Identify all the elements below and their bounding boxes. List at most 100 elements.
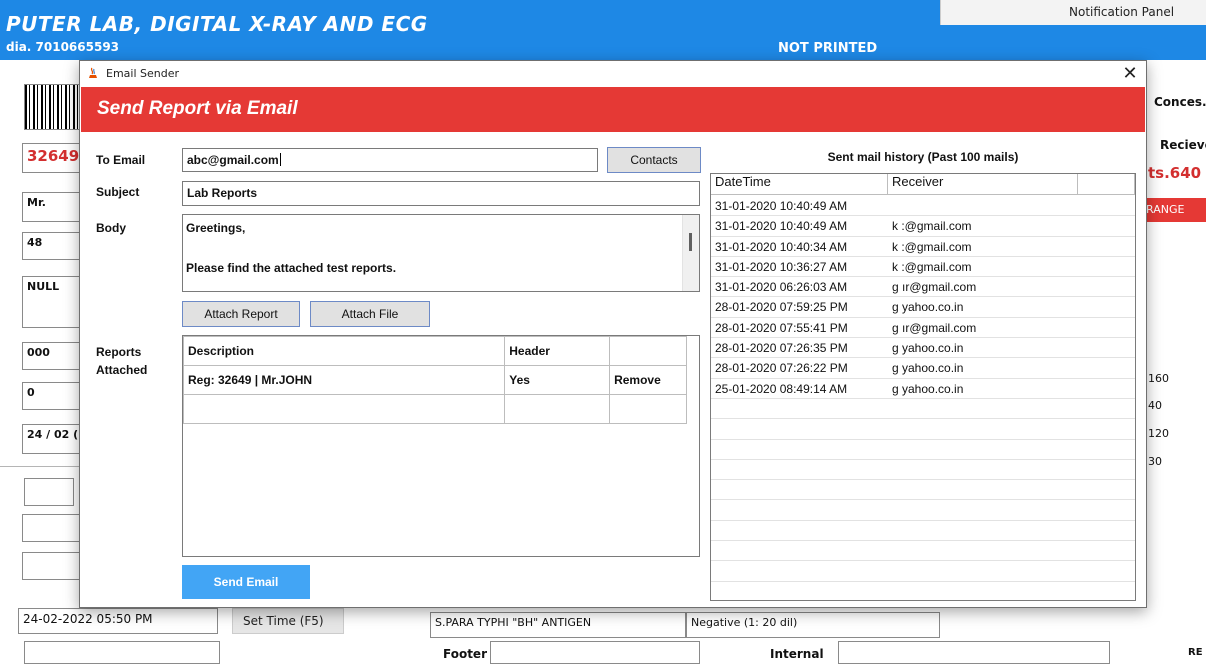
empty-cell <box>609 394 687 424</box>
column-header[interactable]: Receiver <box>888 174 1078 195</box>
title-field[interactable]: Mr. <box>22 192 84 222</box>
report-header-cell[interactable]: Yes <box>504 365 611 395</box>
empty-cell <box>182 394 506 424</box>
table-header-row: Description Header <box>182 336 687 366</box>
to-email-label: To Email <box>96 153 146 167</box>
attach-file-button[interactable]: Attach File <box>310 301 430 327</box>
history-row[interactable]: 31-01-2020 10:36:27 AM k :@gmail.com <box>711 257 1135 278</box>
internal-input[interactable] <box>838 641 1110 664</box>
send-email-button[interactable]: Send Email <box>182 565 310 599</box>
subject-label: Subject <box>96 185 140 199</box>
history-datetime: 31-01-2020 10:36:27 AM <box>715 259 848 274</box>
blank-field[interactable] <box>22 552 82 580</box>
report-description-cell: Reg: 32649 | Mr.JOHN <box>182 365 506 395</box>
range-value: 30 <box>1148 455 1162 468</box>
body-scrollbar[interactable] <box>682 215 699 291</box>
history-row-empty <box>711 440 1135 460</box>
column-header[interactable]: Header <box>504 336 611 366</box>
contacts-button[interactable]: Contacts <box>607 147 701 173</box>
mail-history-table: DateTime Receiver 31-01-2020 10:40:49 AM… <box>710 173 1136 601</box>
history-datetime: 28-01-2020 07:26:22 PM <box>715 361 848 376</box>
age-field[interactable]: 48 <box>22 232 84 260</box>
history-datetime: 31-01-2020 10:40:49 AM <box>715 199 848 213</box>
history-row[interactable]: 31-01-2020 06:26:03 AM g ır@gmail.com <box>711 277 1135 298</box>
history-row[interactable]: 28-01-2020 07:59:25 PM g yahoo.co.in <box>711 297 1135 318</box>
scrollbar-thumb[interactable] <box>689 233 692 251</box>
column-header[interactable]: Description <box>182 336 506 366</box>
test-name-cell: S.PARA TYPHI "BH" ANTIGEN <box>430 612 686 638</box>
history-datetime: 31-01-2020 06:26:03 AM <box>715 280 848 295</box>
history-datetime: 31-01-2020 10:40:49 AM <box>715 219 848 234</box>
history-row[interactable]: 31-01-2020 10:40:34 AM k :@gmail.com <box>711 237 1135 257</box>
small-field[interactable] <box>24 478 74 506</box>
dropdown[interactable] <box>24 641 220 664</box>
footer-input[interactable] <box>490 641 700 664</box>
internal-label: Internal <box>770 647 824 661</box>
mobile-field[interactable]: 000 <box>22 342 84 370</box>
history-row-empty <box>711 541 1135 562</box>
history-receiver: g yahoo.co.in <box>892 361 964 376</box>
history-row[interactable]: 31-01-2020 10:40:49 AM <box>711 196 1135 217</box>
subject-input[interactable]: Lab Reports <box>182 181 700 206</box>
notification-panel-tab[interactable]: Notification Panel <box>940 0 1206 25</box>
dialog-title: Email Sender <box>106 67 180 80</box>
column-header[interactable] <box>1078 174 1135 195</box>
footer-label: Footer <box>443 647 487 661</box>
java-app-icon <box>89 67 97 78</box>
reports-table: Description Header Reg: 32649 | Mr.JOHN … <box>182 335 700 557</box>
date-field[interactable]: 24 / 02 ( <box>22 424 84 454</box>
range-value: 120 <box>1148 427 1169 440</box>
lab-name: PUTER LAB, DIGITAL X-RAY AND ECG <box>6 12 428 36</box>
history-receiver: g yahoo.co.in <box>892 381 964 396</box>
range-value: 160 <box>1148 372 1169 385</box>
print-status: NOT PRINTED <box>778 41 878 56</box>
history-row-empty <box>711 419 1135 440</box>
history-row[interactable]: 28-01-2020 07:26:22 PM g yahoo.co.in <box>711 358 1135 379</box>
range-badge: RANGE <box>1140 198 1206 222</box>
history-title: Sent mail history (Past 100 mails) <box>827 150 1019 164</box>
barcode <box>24 84 84 130</box>
history-row[interactable]: 31-01-2020 10:40:49 AM k :@gmail.com <box>711 216 1135 237</box>
report-datetime-field[interactable]: 24-02-2022 05:50 PM <box>18 608 218 634</box>
test-result-cell: Negative (1: 20 dil) <box>686 612 940 638</box>
history-row-empty <box>711 399 1135 420</box>
lab-phone: dia. 7010665593 <box>6 40 120 54</box>
attach-report-button[interactable]: Attach Report <box>182 301 300 327</box>
history-row[interactable]: 25-01-2020 08:49:14 AM g yahoo.co.in <box>711 379 1135 399</box>
history-row-empty <box>711 521 1135 542</box>
close-icon[interactable]: ✕ <box>1114 61 1146 87</box>
remove-link[interactable]: Remove <box>609 365 687 395</box>
address-field[interactable]: NULL <box>22 276 84 328</box>
history-row[interactable]: 28-01-2020 07:55:41 PM g ır@gmail.com <box>711 318 1135 339</box>
banner-title: Send Report via Email <box>97 98 298 119</box>
range-value: 40 <box>1148 399 1162 412</box>
history-rows: 31-01-2020 10:40:49 AM 31-01-2020 10:40:… <box>711 196 1135 582</box>
body-textarea[interactable]: Greetings, Please find the attached test… <box>182 214 700 292</box>
history-receiver: k :@gmail.com <box>892 239 972 254</box>
discount-field[interactable]: 0 <box>22 382 84 410</box>
body-line: Please find the attached test reports. <box>186 261 397 275</box>
column-header[interactable] <box>609 336 687 366</box>
table-row[interactable]: Reg: 32649 | Mr.JOHN Yes Remove <box>182 365 687 395</box>
history-receiver: g yahoo.co.in <box>892 300 964 315</box>
to-email-input[interactable]: abc@gmail.com <box>182 148 598 172</box>
history-receiver: g yahoo.co.in <box>892 341 964 356</box>
set-time-button[interactable]: Set Time (F5) <box>232 608 344 634</box>
history-datetime: 25-01-2020 08:49:14 AM <box>715 381 848 396</box>
attached-label: Attached <box>96 363 148 377</box>
amount-label: ts.640 <box>1148 164 1202 182</box>
table-row-empty <box>182 394 687 424</box>
history-receiver: g ır@gmail.com <box>892 320 977 335</box>
dialog-titlebar[interactable]: Email Sender ✕ <box>80 61 1146 87</box>
body-label: Body <box>96 221 126 235</box>
history-row[interactable]: 28-01-2020 07:26:35 PM g yahoo.co.in <box>711 338 1135 359</box>
blank-field[interactable] <box>22 514 82 542</box>
re-label: RE <box>1188 647 1203 658</box>
column-header[interactable]: DateTime <box>711 174 888 195</box>
conces-label: Conces. <box>1154 95 1206 109</box>
email-sender-dialog: Email Sender ✕ Send Report via Email To … <box>79 60 1147 608</box>
reports-label: Reports <box>96 345 142 359</box>
history-header-row: DateTime Receiver <box>711 174 1135 195</box>
reg-number-field[interactable]: 32649 <box>22 143 84 173</box>
divider <box>0 466 80 467</box>
